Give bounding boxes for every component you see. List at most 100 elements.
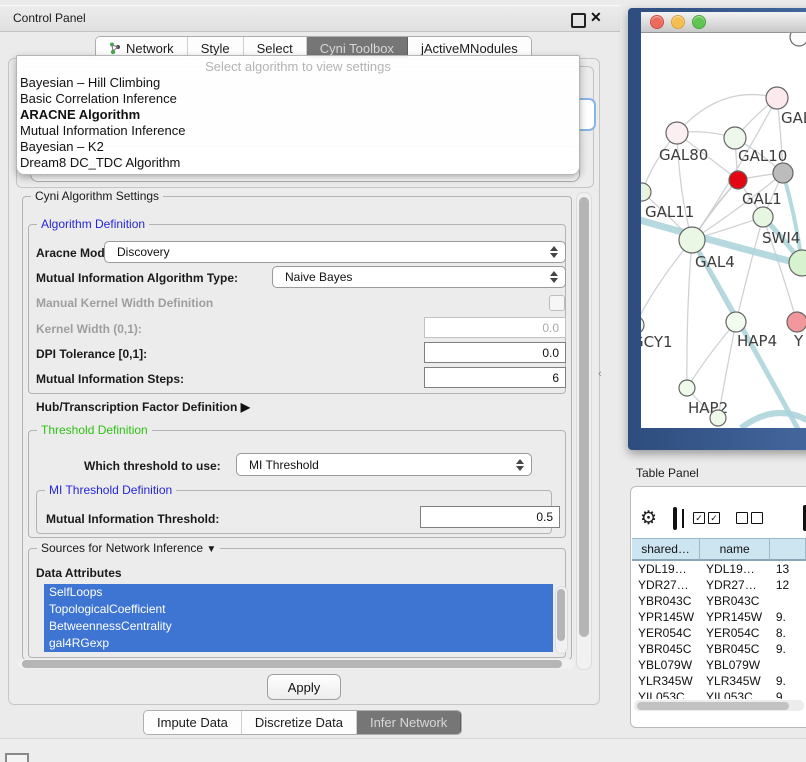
network-edge[interactable] bbox=[677, 95, 777, 133]
network-node-gal1[interactable] bbox=[729, 171, 747, 189]
which-threshold-value: MI Threshold bbox=[249, 458, 319, 472]
network-node-hap4[interactable] bbox=[726, 312, 746, 332]
network-node-swi4[interactable] bbox=[753, 207, 773, 227]
table-row[interactable]: YPR145WYPR145W9. bbox=[632, 609, 806, 625]
table-cell: YER054C bbox=[700, 625, 770, 641]
attribute-item[interactable]: BetweennessCentrality bbox=[44, 618, 553, 635]
network-edge[interactable] bbox=[687, 240, 692, 388]
network-node[interactable] bbox=[710, 410, 726, 426]
algorithm-combobox-focus-ring[interactable] bbox=[578, 98, 596, 131]
attribute-item[interactable]: TopologicalCoefficient bbox=[44, 601, 553, 618]
zoom-traffic-icon[interactable] bbox=[692, 15, 706, 29]
network-node-gal4[interactable] bbox=[679, 227, 705, 253]
table-row[interactable]: YBR043CYBR043C bbox=[632, 593, 806, 609]
select-all-checkboxes-icon[interactable]: ✓✓ bbox=[693, 512, 720, 524]
network-node[interactable] bbox=[773, 163, 793, 183]
algorithm-option-3[interactable]: Mutual Information Inference bbox=[20, 123, 185, 138]
attribute-item[interactable]: SelfLoops bbox=[44, 584, 553, 601]
network-canvas[interactable]: GALGAL80GAL10GAL1SWI4GAL11GAL4HAP4YGCY1H… bbox=[641, 33, 806, 428]
tab-infer-network[interactable]: Infer Network bbox=[357, 711, 461, 734]
network-window-titlebar[interactable] bbox=[641, 12, 806, 33]
table-row[interactable]: YBR045CYBR045C9. bbox=[632, 641, 806, 657]
mi-steps-label: Mutual Information Steps: bbox=[36, 372, 184, 386]
columns-icon[interactable] bbox=[673, 507, 677, 530]
apply-button[interactable]: Apply bbox=[267, 674, 341, 700]
table-cell: YLR345W bbox=[700, 673, 770, 689]
mi-type-combobox[interactable]: Naive Bayes bbox=[272, 266, 566, 288]
network-node-gal10[interactable] bbox=[724, 127, 746, 149]
network-node-gal[interactable] bbox=[766, 87, 788, 109]
column-header-shared…[interactable]: shared… bbox=[632, 538, 700, 561]
hub-definition-toggle[interactable]: Hub/Transcription Factor Definition ▶ bbox=[36, 400, 250, 414]
table-cell: YBR043C bbox=[632, 593, 700, 609]
tab-impute-data[interactable]: Impute Data bbox=[144, 711, 242, 734]
column-header-cut[interactable] bbox=[770, 538, 806, 561]
network-node-y[interactable] bbox=[787, 312, 806, 332]
algorithm-option-5[interactable]: Dream8 DC_TDC Algorithm bbox=[20, 155, 180, 170]
manual-kernel-checkbox[interactable] bbox=[549, 295, 565, 311]
manual-kernel-label: Manual Kernel Width Definition bbox=[36, 296, 213, 310]
table-cell: YPR145W bbox=[700, 609, 770, 625]
sources-group-title[interactable]: Sources for Network Inference ▼ bbox=[37, 541, 220, 555]
network-edge[interactable] bbox=[641, 240, 692, 325]
kernel-width-field[interactable]: 0.0 bbox=[424, 317, 566, 338]
network-node-gal80[interactable] bbox=[666, 122, 688, 144]
algorithm-dropdown-popup: Select algorithm to view settings Bayesi… bbox=[16, 55, 580, 175]
table-cell: YBR045C bbox=[700, 641, 770, 657]
mi-steps-field[interactable]: 6 bbox=[424, 367, 566, 388]
panel-splitter-handle[interactable]: ‹ bbox=[598, 368, 602, 380]
network-node[interactable] bbox=[789, 250, 806, 276]
minimize-traffic-icon[interactable] bbox=[671, 15, 685, 29]
network-node[interactable] bbox=[790, 33, 806, 46]
dpi-tolerance-field[interactable]: 0.0 bbox=[424, 342, 566, 363]
stepper-arrows-icon bbox=[516, 459, 523, 471]
algorithm-definition-title: Algorithm Definition bbox=[37, 217, 149, 231]
which-threshold-label: Which threshold to use: bbox=[84, 459, 221, 473]
close-traffic-icon[interactable] bbox=[650, 15, 664, 29]
algorithm-option-0[interactable]: Bayesian – Hill Climbing bbox=[20, 75, 160, 90]
table-row[interactable]: YIL053CYIL053C9 bbox=[632, 689, 806, 699]
node-label-swi4: SWI4 bbox=[762, 229, 800, 247]
algorithm-option-2[interactable]: ARACNE Algorithm bbox=[20, 107, 140, 122]
table-row[interactable]: YBL079WYBL079W bbox=[632, 657, 806, 673]
table-row[interactable]: YER054CYER054C8. bbox=[632, 625, 806, 641]
node-label-hap4: HAP4 bbox=[737, 332, 777, 350]
table-row[interactable]: YLR345WYLR345W9. bbox=[632, 673, 806, 689]
algorithm-option-4[interactable]: Bayesian – K2 bbox=[20, 139, 104, 154]
table-row[interactable]: YDL19…YDL19…13 bbox=[632, 561, 806, 577]
float-window-icon[interactable] bbox=[571, 13, 586, 28]
settings-horizontal-scrollbar[interactable] bbox=[18, 659, 574, 669]
attribute-item[interactable]: gal4RGexp bbox=[44, 635, 553, 652]
table-horizontal-scrollbar[interactable] bbox=[634, 700, 804, 711]
which-threshold-combobox[interactable]: MI Threshold bbox=[236, 453, 532, 476]
network-graph[interactable]: GALGAL80GAL10GAL1SWI4GAL11GAL4HAP4YGCY1H… bbox=[641, 33, 806, 428]
tab-discretize-data[interactable]: Discretize Data bbox=[242, 711, 357, 734]
table-cell: YIL053C bbox=[700, 689, 770, 699]
minimized-panel-icon[interactable] bbox=[5, 753, 29, 762]
network-edge[interactable] bbox=[736, 217, 763, 322]
network-node-gcy1[interactable] bbox=[641, 316, 644, 334]
node-label-gal1: GAL1 bbox=[742, 190, 782, 208]
collapse-down-icon: ▼ bbox=[206, 544, 216, 555]
data-attributes-label: Data Attributes bbox=[36, 566, 122, 580]
network-node-hap2[interactable] bbox=[679, 380, 695, 396]
data-attributes-list: SelfLoopsTopologicalCoefficientBetweenne… bbox=[44, 584, 553, 652]
mi-threshold-field[interactable]: 0.5 bbox=[420, 506, 560, 528]
network-edge[interactable] bbox=[641, 192, 642, 325]
algorithm-option-1[interactable]: Basic Correlation Inference bbox=[20, 91, 177, 106]
column-header-name[interactable]: name bbox=[700, 538, 770, 561]
table-cell: YDR27… bbox=[632, 577, 700, 593]
network-edge[interactable] bbox=[687, 322, 736, 388]
table-toolbar: ⚙ ✓✓ bbox=[640, 503, 806, 533]
settings-vertical-scrollbar[interactable] bbox=[576, 192, 592, 670]
table-cell: 9 bbox=[770, 689, 806, 699]
table-header-row: shared…name bbox=[632, 538, 806, 561]
close-icon[interactable]: ✕ bbox=[590, 9, 602, 26]
gear-icon[interactable]: ⚙ bbox=[640, 509, 657, 528]
deselect-all-checkboxes-icon[interactable] bbox=[736, 512, 763, 524]
application-root: Control Panel ✕ NetworkStyleSelectCyni T… bbox=[0, 0, 806, 762]
attributes-scrollbar[interactable] bbox=[555, 586, 568, 654]
table-row[interactable]: YDR27…YDR27…12 bbox=[632, 577, 806, 593]
table-cell: 9. bbox=[770, 673, 806, 689]
aracne-mode-combobox[interactable]: Discovery bbox=[104, 241, 566, 263]
